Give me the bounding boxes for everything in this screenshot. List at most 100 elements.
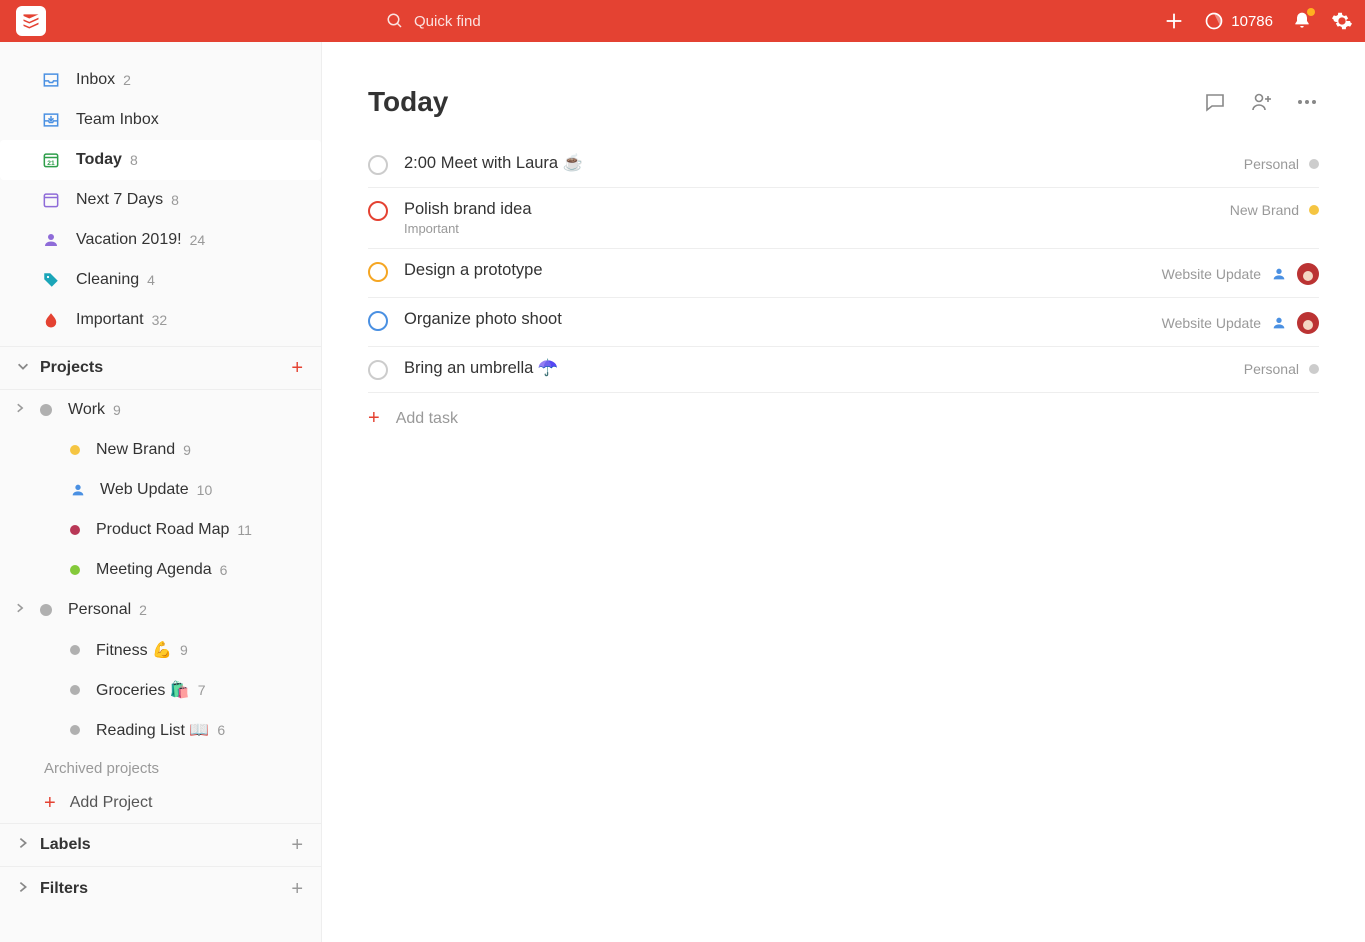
project-color-dot — [70, 685, 80, 695]
sidebar-item-vacation[interactable]: Vacation 2019! 24 — [0, 220, 321, 260]
add-project-button[interactable]: + Add Project — [0, 783, 321, 823]
filters-header[interactable]: Filters + — [0, 867, 321, 911]
sidebar: Inbox 2 Team Inbox 21 Today 8 Next 7 Day… — [0, 42, 322, 942]
project-label: Web Update — [100, 481, 189, 499]
project-color-dot — [1309, 205, 1319, 215]
person-icon — [40, 229, 62, 251]
svg-text:21: 21 — [47, 160, 55, 167]
sidebar-item-inbox[interactable]: Inbox 2 — [0, 60, 321, 100]
project-color-dot — [70, 645, 80, 655]
task-body: 2:00 Meet with Laura ☕ — [404, 154, 1232, 173]
project-count: 2 — [139, 602, 147, 618]
archived-projects-link[interactable]: Archived projects — [0, 750, 321, 783]
sidebar-count: 8 — [130, 152, 138, 168]
project-count: 9 — [183, 442, 191, 458]
project-label: Fitness 💪 — [96, 640, 172, 660]
task-project-label: Website Update — [1162, 315, 1261, 331]
project-color-dot — [70, 445, 80, 455]
project-label: Personal — [68, 601, 131, 619]
add-project-plus-icon[interactable]: + — [291, 357, 303, 380]
task-meta: Personal — [1244, 361, 1319, 377]
view-header: Today — [368, 86, 1319, 118]
sidebar-item-today[interactable]: 21 Today 8 — [0, 140, 321, 180]
section-label: Labels — [40, 836, 91, 854]
notifications-icon[interactable] — [1291, 10, 1313, 32]
project-item-personal[interactable]: Personal 2 — [0, 590, 321, 630]
karma-icon — [1203, 10, 1225, 32]
karma-indicator[interactable]: 10786 — [1203, 10, 1273, 32]
project-item-new-brand[interactable]: New Brand 9 — [0, 430, 321, 470]
project-item-groceries[interactable]: Groceries 🛍️ 7 — [0, 670, 321, 710]
search-icon — [386, 12, 404, 30]
labels-header[interactable]: Labels + — [0, 823, 321, 867]
task-body: Bring an umbrella ☂️ — [404, 359, 1232, 378]
project-color-dot — [40, 604, 52, 616]
task-project-label: Website Update — [1162, 266, 1261, 282]
project-item-work[interactable]: Work 9 — [0, 390, 321, 430]
project-item-roadmap[interactable]: Product Road Map 11 — [0, 510, 321, 550]
sidebar-count: 2 — [123, 72, 131, 88]
person-icon — [70, 482, 86, 498]
assignee-avatar[interactable] — [1297, 263, 1319, 285]
sidebar-label: Important — [76, 311, 144, 329]
task-body: Design a prototype — [404, 261, 1150, 280]
add-task-button[interactable]: + Add task — [368, 393, 1319, 430]
comments-icon[interactable] — [1203, 90, 1227, 114]
task-project-label: New Brand — [1230, 202, 1299, 218]
task-body: Polish brand ideaImportant — [404, 200, 1218, 236]
task-row[interactable]: 2:00 Meet with Laura ☕Personal — [368, 142, 1319, 188]
task-title: 2:00 Meet with Laura ☕ — [404, 154, 1232, 173]
task-row[interactable]: Design a prototype Website Update — [368, 249, 1319, 298]
today-icon: 21 — [40, 149, 62, 171]
task-row[interactable]: Bring an umbrella ☂️ Personal — [368, 347, 1319, 393]
sidebar-item-team-inbox[interactable]: Team Inbox — [0, 100, 321, 140]
sidebar-label: Next 7 Days — [76, 191, 163, 209]
app-header: Quick find 10786 — [0, 0, 1365, 42]
project-count: 7 — [198, 682, 206, 698]
assignee-avatar[interactable] — [1297, 312, 1319, 334]
task-title: Polish brand idea — [404, 200, 1218, 219]
task-checkbox[interactable] — [368, 201, 388, 221]
chevron-right-icon[interactable] — [14, 601, 26, 619]
more-icon[interactable] — [1295, 90, 1319, 114]
project-label: Groceries 🛍️ — [96, 680, 190, 700]
project-count: 9 — [180, 642, 188, 658]
add-task-icon[interactable] — [1163, 10, 1185, 32]
project-label: Work — [68, 401, 105, 419]
task-checkbox[interactable] — [368, 360, 388, 380]
task-title: Organize photo shoot — [404, 310, 1150, 329]
project-item-web-update[interactable]: Web Update 10 — [0, 470, 321, 510]
app-logo[interactable] — [16, 6, 46, 36]
sidebar-item-important[interactable]: Important 32 — [0, 300, 321, 340]
projects-header[interactable]: Projects + — [0, 346, 321, 390]
project-item-meeting[interactable]: Meeting Agenda 6 — [0, 550, 321, 590]
add-filter-plus-icon[interactable]: + — [291, 878, 303, 901]
settings-icon[interactable] — [1331, 10, 1353, 32]
share-icon[interactable] — [1249, 90, 1273, 114]
person-icon — [1271, 315, 1287, 331]
header-actions: 10786 — [1163, 10, 1353, 32]
project-item-reading[interactable]: Reading List 📖 6 — [0, 710, 321, 750]
sidebar-count: 24 — [190, 232, 206, 248]
task-project-label: Personal — [1244, 361, 1299, 377]
task-meta: Website Update — [1162, 263, 1319, 285]
task-checkbox[interactable] — [368, 262, 388, 282]
project-item-fitness[interactable]: Fitness 💪 9 — [0, 630, 321, 670]
chevron-right-icon[interactable] — [14, 401, 26, 419]
sidebar-count: 32 — [152, 312, 168, 328]
task-checkbox[interactable] — [368, 155, 388, 175]
project-label: Meeting Agenda — [96, 561, 212, 579]
task-meta: New Brand — [1230, 202, 1319, 218]
task-row[interactable]: Polish brand ideaImportant New Brand — [368, 188, 1319, 249]
sidebar-item-cleaning[interactable]: Cleaning 4 — [0, 260, 321, 300]
sidebar-item-next7[interactable]: Next 7 Days 8 — [0, 180, 321, 220]
task-checkbox[interactable] — [368, 311, 388, 331]
calendar-icon — [40, 189, 62, 211]
add-label-plus-icon[interactable]: + — [291, 834, 303, 857]
task-row[interactable]: Organize photo shoot Website Update — [368, 298, 1319, 347]
quick-find[interactable]: Quick find — [386, 12, 481, 30]
task-meta: Website Update — [1162, 312, 1319, 334]
project-count: 11 — [237, 522, 252, 538]
team-inbox-icon — [40, 109, 62, 131]
sidebar-count: 4 — [147, 272, 155, 288]
